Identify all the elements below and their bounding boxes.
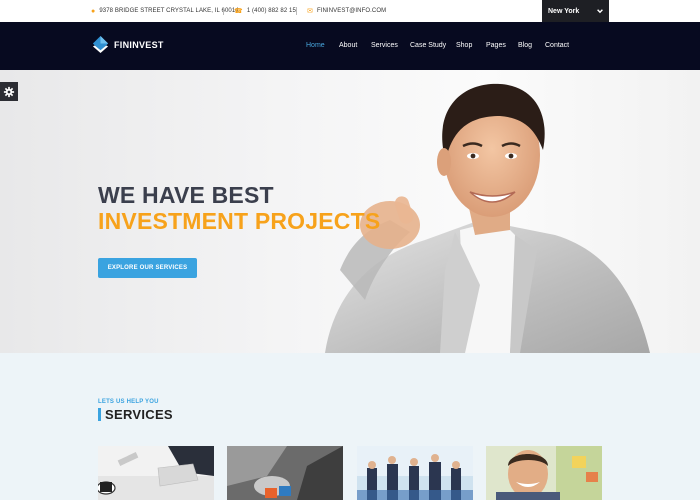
explore-services-button[interactable]: EXPLORE OUR SERVICES xyxy=(98,258,197,278)
phone-icon: ☎ xyxy=(234,7,243,15)
services-section: LETS US HELP YOU SERVICES xyxy=(0,353,700,500)
main-navbar: FININVEST Home About Services Case Study… xyxy=(0,22,700,70)
brand-name: FININVEST xyxy=(114,39,164,50)
hero-title-line1: WE HAVE BEST xyxy=(98,182,274,208)
hero-title-line2: INVESTMENT PROJECTS xyxy=(98,208,381,234)
brand-logo[interactable]: FININVEST xyxy=(91,35,164,54)
address-info: ● 9378 BRIDGE STREET CRYSTAL LAKE, IL 60… xyxy=(91,0,239,22)
nav-item-blog[interactable]: Blog xyxy=(518,42,532,49)
phone-text: 1 (400) 882 82 15 xyxy=(246,8,296,14)
nav-item-shop[interactable]: Shop xyxy=(456,42,472,49)
chevron-down-icon xyxy=(597,9,603,14)
email-info[interactable]: ✉ FININVEST@INFO.COM xyxy=(307,0,386,22)
address-text: 9378 BRIDGE STREET CRYSTAL LAKE, IL 6001… xyxy=(99,8,239,14)
section-accent-bar xyxy=(98,408,101,421)
service-thumb-puzzle[interactable] xyxy=(227,446,343,500)
location-pin-icon: ● xyxy=(91,7,96,15)
smiling-man-photo xyxy=(486,446,602,500)
nav-item-case-study[interactable]: Case Study xyxy=(410,42,446,49)
services-kicker: LETS US HELP YOU xyxy=(98,399,159,405)
divider xyxy=(296,7,297,15)
settings-toggle[interactable] xyxy=(0,82,18,101)
envelope-icon: ✉ xyxy=(307,7,313,15)
gear-icon xyxy=(3,86,15,97)
divider xyxy=(223,7,224,15)
business-team-photo xyxy=(357,446,473,500)
nav-item-pages[interactable]: Pages xyxy=(486,42,506,49)
top-info-bar: ● 9378 BRIDGE STREET CRYSTAL LAKE, IL 60… xyxy=(0,0,700,22)
diamond-logo-icon xyxy=(92,35,109,54)
services-title: SERVICES xyxy=(105,407,173,422)
office-desk-photo xyxy=(98,446,214,500)
service-thumb-smiling[interactable] xyxy=(486,446,602,500)
hero-banner: WE HAVE BEST INVESTMENT PROJECTS EXPLORE… xyxy=(0,70,700,353)
service-thumb-team[interactable] xyxy=(357,446,473,500)
nav-item-contact[interactable]: Contact xyxy=(545,42,569,49)
service-thumb-office[interactable] xyxy=(98,446,214,500)
nav-item-about[interactable]: About xyxy=(339,42,357,49)
city-select-value: New York xyxy=(548,7,580,15)
nav-item-services[interactable]: Services xyxy=(371,42,398,49)
nav-item-home[interactable]: Home xyxy=(306,42,325,49)
puzzle-handshake-photo xyxy=(227,446,343,500)
phone-info: ☎ 1 (400) 882 82 15 xyxy=(234,0,296,22)
city-select[interactable]: New York xyxy=(542,0,609,22)
email-text[interactable]: FININVEST@INFO.COM xyxy=(317,8,386,14)
